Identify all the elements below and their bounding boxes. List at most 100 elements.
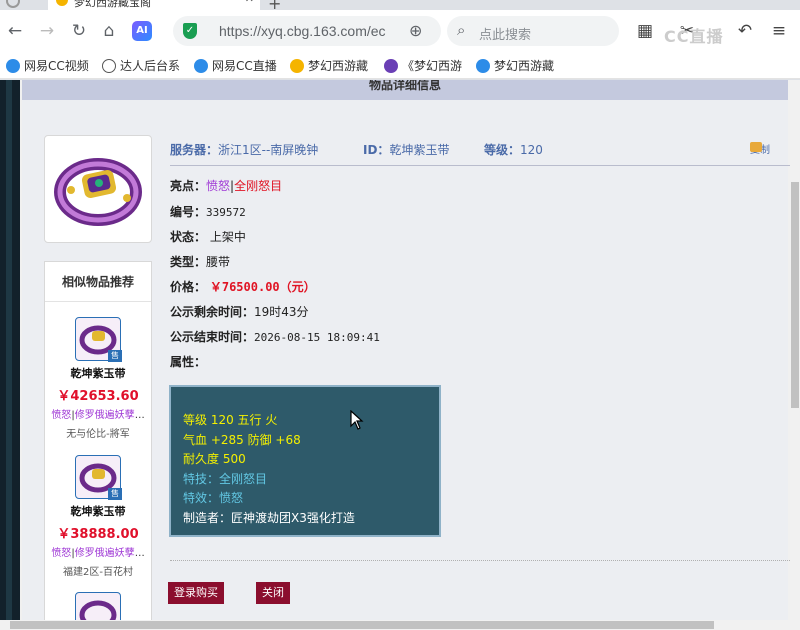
bookmark-item[interactable]: 《梦幻西游 xyxy=(384,57,464,75)
browser-toolbar: ← → ↻ ⌂ AI ✓ https://xyq.cbg.163.com/ec … xyxy=(0,10,800,52)
bookmark-label: 《梦幻西游 xyxy=(402,59,463,73)
highlight-tag: 愤怒 xyxy=(206,179,231,193)
attr-line: 耐久度 500 xyxy=(183,452,246,466)
similar-item-name[interactable]: 乾坤紫玉带 xyxy=(45,503,151,519)
belt-ring-icon xyxy=(79,600,117,620)
attr-row: 属性： xyxy=(170,355,207,369)
bookmark-label: 网易CC视频 xyxy=(24,59,89,73)
serial-row: 编号：339572 xyxy=(170,205,246,219)
forward-icon[interactable]: → xyxy=(36,20,58,42)
cc-logo-icon xyxy=(194,59,208,73)
globe-icon xyxy=(102,59,116,73)
remain-value: 19时43分 xyxy=(254,305,309,319)
status-row: 状态： 上架中 xyxy=(170,230,246,244)
folder-icon xyxy=(750,142,762,152)
url-text[interactable]: https://xyq.cbg.163.com/ec xyxy=(219,23,395,39)
id-label: ID：乾坤紫玉带 xyxy=(363,143,450,157)
attr-line: 等级 120 五行 火 xyxy=(183,413,278,427)
page-viewport: 物品详细信息 相似物品推荐 售 乾坤紫玉带 ￥42653.60 愤怒|修罗俄遍妖… xyxy=(0,80,800,620)
similar-item-server: 福建2区-百花村 xyxy=(63,567,133,578)
security-shield-icon[interactable]: ✓ xyxy=(183,23,197,39)
serial-value: 339572 xyxy=(206,206,246,219)
login-buy-button[interactable]: 登录购买 xyxy=(168,582,224,604)
attribute-box: 等级 120 五行 火 气血 +285 防御 +68 耐久度 500 特技：全刚… xyxy=(169,385,441,537)
bookmark-item[interactable]: 梦幻西游藏 xyxy=(476,57,556,75)
similar-item-attrs: 愤怒|修罗俄遍妖孽… xyxy=(51,410,145,421)
server-value: 浙江1区--南屏晚钟 xyxy=(218,143,319,157)
status-value: 上架中 xyxy=(209,230,246,244)
similar-item-attrs: 愤怒|修罗俄遍妖孽… xyxy=(51,548,145,559)
horizontal-scroll-thumb[interactable] xyxy=(10,621,714,629)
type-row: 类型：腰带 xyxy=(170,255,231,269)
bookmark-label: 达人后台系 xyxy=(120,59,181,73)
search-icon: ⌕ xyxy=(457,21,466,39)
undo-icon[interactable]: ↶ xyxy=(734,20,756,42)
reload-icon[interactable]: ↻ xyxy=(68,20,90,42)
bookmark-label: 梦幻西游藏 xyxy=(494,59,555,73)
similar-title: 相似物品推荐 xyxy=(45,262,151,302)
similar-item-thumb[interactable] xyxy=(75,592,121,620)
similar-item-thumb[interactable]: 售 xyxy=(75,455,122,500)
divider xyxy=(170,560,790,561)
list-item[interactable] xyxy=(45,592,151,620)
vertical-scroll-thumb[interactable] xyxy=(791,182,799,408)
close-button[interactable]: 关闭 xyxy=(256,582,290,604)
bookmark-item[interactable]: 网易CC视频 xyxy=(6,57,90,75)
price-value: ￥76500.00（元） xyxy=(209,280,316,294)
attr-line: 制造者：匠神渡劫团X3强化打造 xyxy=(183,510,355,525)
end-time-value: 2026-08-15 18:09:41 xyxy=(254,331,380,344)
apps-grid-icon[interactable]: ▦ xyxy=(634,20,656,42)
remain-row: 公示剩余时间：19时43分 xyxy=(170,305,309,319)
home-icon[interactable]: ⌂ xyxy=(98,20,120,42)
copy-link[interactable]: 复制 xyxy=(750,141,770,156)
server-label: 服务器：浙江1区--南屏晚钟 xyxy=(170,143,319,157)
menu-icon[interactable]: ≡ xyxy=(768,20,790,42)
mouse-cursor-icon xyxy=(350,410,364,430)
attr-line: 气血 +285 防御 +68 xyxy=(183,432,301,447)
page-title: 物品详细信息 xyxy=(22,80,788,100)
attr-line: 特效：愤怒 xyxy=(183,491,244,505)
profile-icon[interactable] xyxy=(6,0,20,8)
similar-item-thumb[interactable]: 售 xyxy=(75,317,122,362)
bookmarks-bar: 网易CC视频 达人后台系 网易CC直播 梦幻西游藏 《梦幻西游 梦幻西游藏 xyxy=(0,52,800,79)
level-value: 120 xyxy=(520,143,543,157)
list-item[interactable]: 售 乾坤紫玉带 ￥38888.00 愤怒|修罗俄遍妖孽… 福建2区-百花村 xyxy=(45,455,151,578)
id-value: 乾坤紫玉带 xyxy=(389,143,450,157)
attr-line: 特技：全刚怒目 xyxy=(183,471,268,486)
tab-strip: 梦幻西游藏宝阁 ✕ + xyxy=(0,0,800,10)
vertical-scrollbar[interactable] xyxy=(790,80,800,620)
item-summary-header: 服务器：浙江1区--南屏晚钟 ID：乾坤紫玉带 等级：120 复制 xyxy=(170,140,790,166)
address-bar[interactable]: ✓ https://xyq.cbg.163.com/ec ⊕ xyxy=(173,16,441,46)
highlight-row: 亮点：愤怒|全刚怒目 xyxy=(170,179,283,193)
bookmark-label: 梦幻西游藏 xyxy=(308,59,369,73)
list-item[interactable]: 售 乾坤紫玉带 ￥42653.60 愤怒|修罗俄遍妖孽… 无与伦比-將军 xyxy=(45,317,151,440)
tab-favicon-icon xyxy=(56,0,68,6)
similar-item-price: ￥42653.60 xyxy=(57,389,139,404)
tab-close-icon[interactable]: ✕ xyxy=(245,0,254,5)
item-image xyxy=(44,135,152,243)
price-row: 价格： ￥76500.00（元） xyxy=(170,280,316,294)
end-time-row: 公示结束时间：2026-08-15 18:09:41 xyxy=(170,330,380,344)
zoom-icon[interactable]: ⊕ xyxy=(409,21,422,40)
search-input[interactable]: ⌕ 点此搜索 xyxy=(447,16,619,46)
game-logo-icon xyxy=(384,59,398,73)
on-sale-badge: 售 xyxy=(108,488,122,500)
back-icon[interactable]: ← xyxy=(4,20,26,42)
game-logo-icon xyxy=(290,59,304,73)
highlight-tag: 全刚怒目 xyxy=(234,179,283,193)
bookmark-label: 网易CC直播 xyxy=(212,59,277,73)
item-detail-panel: 物品详细信息 相似物品推荐 售 乾坤紫玉带 ￥42653.60 愤怒|修罗俄遍妖… xyxy=(22,80,790,620)
search-placeholder: 点此搜索 xyxy=(479,28,532,43)
similar-items-panel: 相似物品推荐 售 乾坤紫玉带 ￥42653.60 愤怒|修罗俄遍妖孽… 无与伦比… xyxy=(44,261,152,620)
new-tab-icon[interactable]: + xyxy=(268,0,281,10)
horizontal-scrollbar[interactable] xyxy=(0,620,800,630)
bookmark-item[interactable]: 网易CC直播 xyxy=(194,57,278,75)
tab-title: 梦幻西游藏宝阁 xyxy=(74,0,151,9)
bookmark-item[interactable]: 梦幻西游藏 xyxy=(290,57,370,75)
watermark: CC直播 xyxy=(664,27,724,46)
bookmark-item[interactable]: 达人后台系 xyxy=(102,57,182,75)
ai-assistant-icon[interactable]: AI xyxy=(132,21,152,41)
active-tab[interactable]: 梦幻西游藏宝阁 ✕ xyxy=(48,0,260,10)
similar-item-name[interactable]: 乾坤紫玉带 xyxy=(45,365,151,381)
left-decoration xyxy=(0,80,20,620)
